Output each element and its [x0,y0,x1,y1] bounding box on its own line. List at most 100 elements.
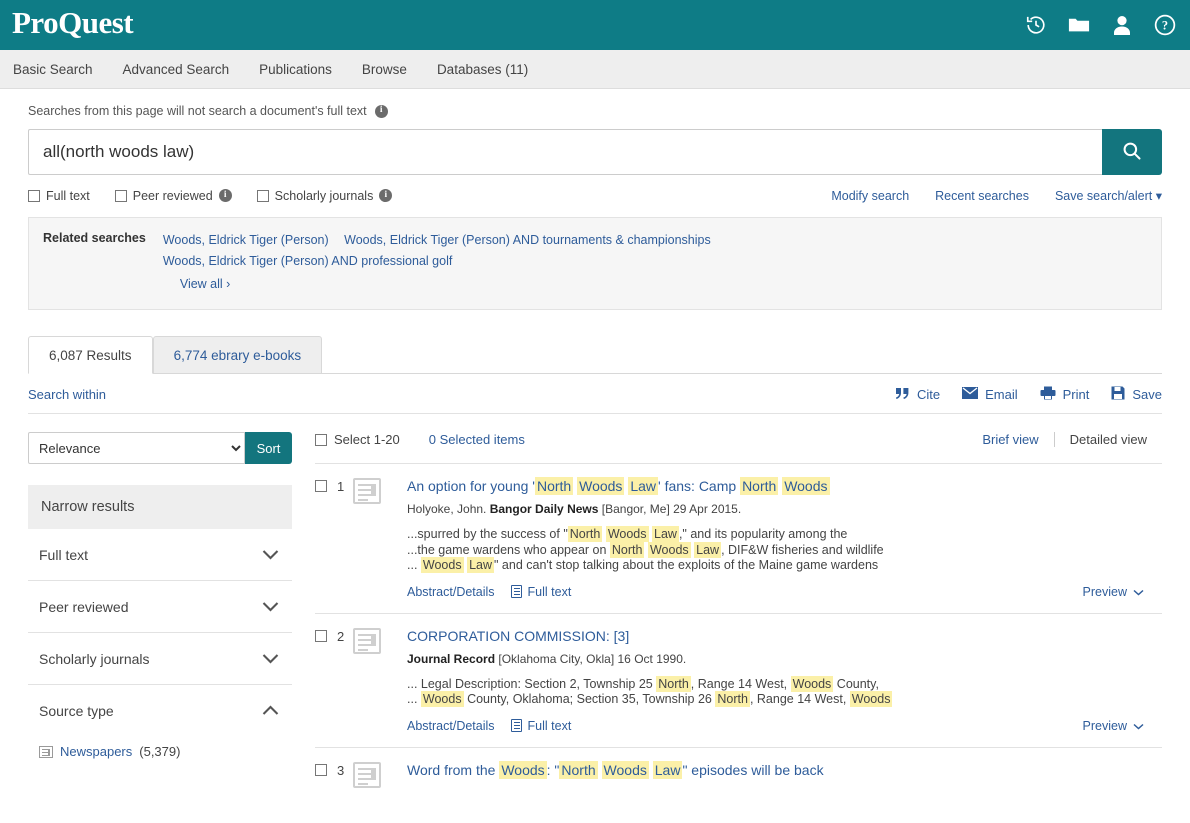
full-text-link[interactable]: Full text [510,719,571,733]
cite-label: Cite [916,387,941,402]
result-title-link[interactable]: An option for young ' North Woods Law ' fa… [407,477,1162,496]
chevron-down-icon [262,651,279,667]
facet-item-count: (5,379) [139,744,181,759]
search-term-highlight: Law [652,760,683,779]
select-all-control[interactable]: Select 1-20 [315,432,400,447]
filter-scholarly-journals-label: Scholarly journals [274,188,374,203]
newspaper-document-icon [353,627,381,654]
related-searches-panel: Related searches Woods, Eldrick Tiger (P… [28,217,1162,310]
sort-select[interactable]: Relevance Oldest first Newest first [28,432,245,464]
save-label: Save [1132,387,1162,402]
link-label: Abstract/Details [407,718,495,733]
proquest-logo: ProQuest [12,5,134,40]
search-term-highlight: Woods [605,526,649,542]
search-term-highlight: Law [652,526,679,542]
chevron-down-icon [262,599,279,615]
checkbox-select-all[interactable] [315,433,327,446]
checkbox-result[interactable] [315,629,327,642]
cite-button[interactable]: Cite [895,387,940,403]
related-search-item[interactable]: Woods, Eldrick Tiger (Person) AND tourna… [344,233,711,247]
result-item: 2 CORPORATION COMMISSION: [3] Journal Reco… [315,612,1162,747]
full-text-link[interactable]: Full text [510,585,571,599]
search-section: Searches from this page will not search … [0,104,1190,310]
result-publication: Journal Record [407,651,496,666]
facet-source-type[interactable]: Source type [28,685,292,736]
search-term-highlight: North [559,760,598,779]
sort-button[interactable]: Sort [245,432,292,464]
nav-publications[interactable]: Publications [259,62,348,77]
nav-databases[interactable]: Databases (11) [437,62,544,77]
recent-searches-link[interactable]: Recent searches [935,189,1029,203]
result-snippet: ...spurred by the success of " North Wood… [407,526,1162,574]
filter-full-text-label: Full text [46,188,90,203]
related-search-item[interactable]: Woods, Eldrick Tiger (Person) AND profes… [163,254,452,268]
related-view-all-link[interactable]: View all › [180,274,723,295]
print-button[interactable]: Print [1040,386,1089,403]
filter-peer-reviewed-label: Peer reviewed [132,188,213,203]
tab-results[interactable]: 6,087 Results [28,336,153,374]
info-icon[interactable]: i [218,189,232,202]
email-button[interactable]: Email [962,387,1018,402]
facet-item-newspapers[interactable]: Newspapers (5,379) [39,744,281,759]
snippet-line: ... Legal Description: Section 2, Townsh… [407,675,879,692]
info-icon[interactable]: i [374,104,388,118]
search-term-highlight: Law [628,477,659,495]
search-term-highlight: Woods [782,477,830,495]
modify-search-link[interactable]: Modify search [831,189,909,203]
facet-scholarly-journals[interactable]: Scholarly journals [28,633,292,685]
facet-label: Scholarly journals [39,651,150,667]
checkbox-result[interactable] [315,480,327,492]
recent-searches-icon[interactable] [1025,14,1047,36]
tab-ebrary-ebooks[interactable]: 6,774 ebrary e-books [152,336,323,374]
result-title-link[interactable]: CORPORATION COMMISSION: [3] [407,627,1162,646]
nav-advanced-search[interactable]: Advanced Search [123,62,246,77]
abstract-details-link[interactable]: Abstract/Details [407,719,495,733]
filter-peer-reviewed[interactable]: Peer reviewed i [114,188,232,203]
search-within-link[interactable]: Search within [28,387,106,402]
result-metadata: Journal Record [Oklahoma City, Okla] 16 … [407,651,687,666]
info-icon[interactable]: i [379,189,393,202]
brief-view-button[interactable]: Brief view [967,432,1053,447]
checkbox-scholarly-journals[interactable] [256,189,269,202]
selected-items-link[interactable]: 0 Selected items [429,432,525,447]
checkbox-full-text[interactable] [28,189,40,202]
save-button[interactable]: Save [1111,386,1162,403]
result-checkbox-cell [315,627,329,733]
snippet-line: ...spurred by the success of " North Wood… [407,526,848,542]
preview-toggle[interactable]: Preview [1083,585,1162,599]
nav-browse[interactable]: Browse [362,62,423,77]
search-term-highlight: North [609,541,645,558]
preview-toggle[interactable]: Preview [1083,719,1162,733]
user-icon[interactable] [1111,14,1133,36]
filter-scholarly-journals[interactable]: Scholarly journals i [256,188,393,203]
folder-icon[interactable] [1068,14,1090,36]
save-search-alert-link[interactable]: Save search/alert ▾ [1055,188,1162,203]
help-icon[interactable]: ? [1154,14,1176,36]
search-term-highlight: Woods [790,675,834,692]
search-term-highlight: Law [694,541,722,558]
floppy-disk-icon [1111,386,1125,403]
facet-item-label[interactable]: Newspapers [60,744,132,759]
result-title-link[interactable]: Word from the Woods: " North Woods Law " e… [407,760,1162,780]
result-publication: Bangor Daily News [489,502,599,516]
snippet-line: ...the game wardens who appear on North … [407,541,884,558]
filter-full-text[interactable]: Full text [28,189,90,203]
search-input[interactable] [28,129,1102,175]
related-search-item[interactable]: Woods, Eldrick Tiger (Person) [163,233,329,247]
result-item: 3 Word from the Woods: " North Woods Law " … [315,746,1162,802]
checkbox-result[interactable] [315,763,327,776]
detailed-view-button[interactable]: Detailed view [1053,432,1162,447]
result-number: 1 [337,479,345,494]
email-label: Email [985,387,1018,402]
facet-peer-reviewed[interactable]: Peer reviewed [28,581,292,633]
printer-icon [1040,386,1056,403]
result-type-icon-cell [353,761,407,788]
checkbox-peer-reviewed[interactable] [114,189,127,202]
nav-basic-search[interactable]: Basic Search [13,62,109,77]
quote-icon [895,387,910,403]
facet-full-text[interactable]: Full text [28,529,292,581]
chevron-up-icon [262,703,279,719]
abstract-details-link[interactable]: Abstract/Details [407,585,495,599]
search-hint-row: Searches from this page will not search … [28,104,1162,118]
search-button[interactable] [1102,129,1162,175]
